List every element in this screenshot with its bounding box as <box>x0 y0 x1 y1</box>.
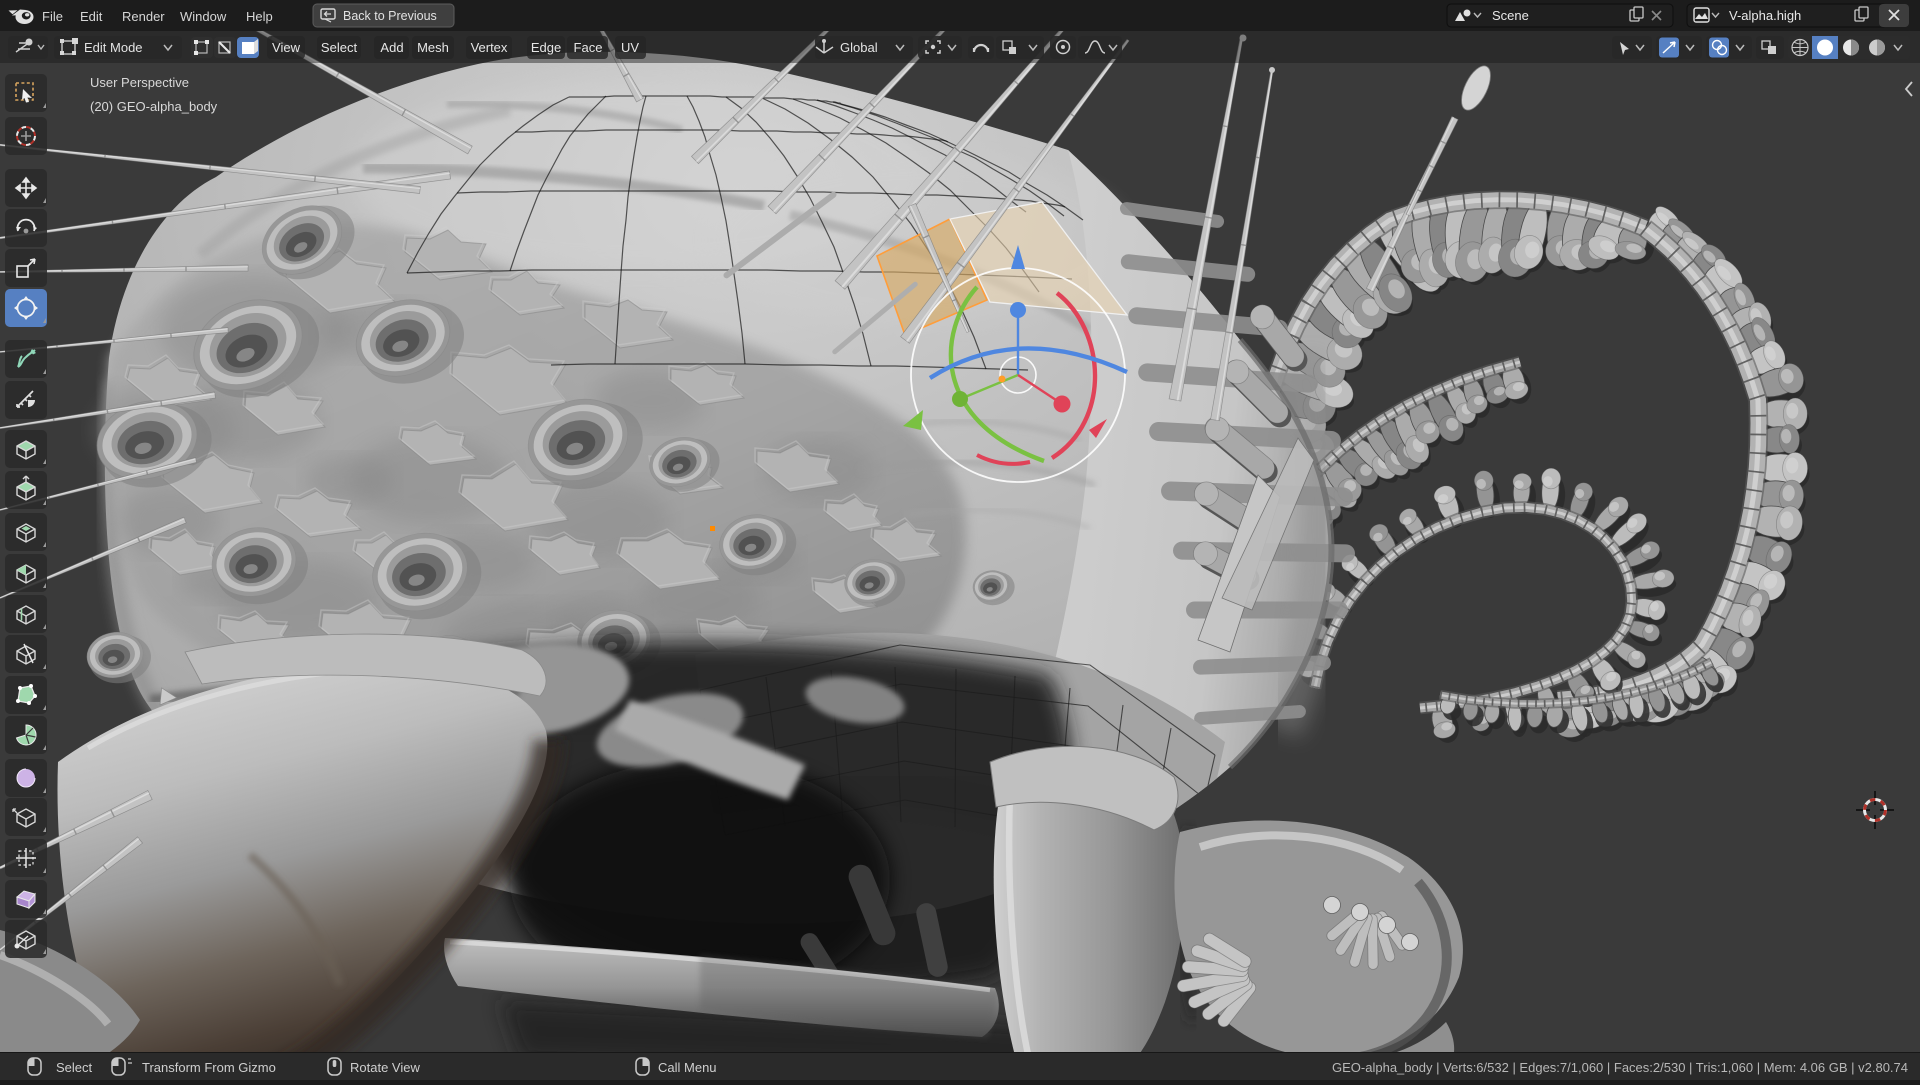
svg-text:User Perspective: User Perspective <box>90 75 189 90</box>
svg-text:Window: Window <box>180 9 227 24</box>
svg-text:View: View <box>272 40 301 55</box>
svg-text:Edge: Edge <box>531 40 561 55</box>
svg-text:Call Menu: Call Menu <box>658 1060 717 1075</box>
svg-text:Scene: Scene <box>1492 8 1529 23</box>
svg-text:Rotate View: Rotate View <box>350 1060 420 1075</box>
svg-text:Vertex: Vertex <box>471 40 508 55</box>
svg-text:Edit: Edit <box>80 9 103 24</box>
svg-text:V-alpha.high: V-alpha.high <box>1729 8 1801 23</box>
svg-text:Face: Face <box>574 40 603 55</box>
svg-text:Transform From Gizmo: Transform From Gizmo <box>142 1060 276 1075</box>
svg-text:Add: Add <box>380 40 403 55</box>
svg-text:Back to Previous: Back to Previous <box>343 9 437 23</box>
svg-text:File: File <box>42 9 63 24</box>
svg-text:UV: UV <box>621 40 639 55</box>
svg-text:(20) GEO-alpha_body: (20) GEO-alpha_body <box>90 99 218 114</box>
svg-text:Select: Select <box>56 1060 93 1075</box>
svg-text:Global: Global <box>840 40 878 55</box>
svg-text:Render: Render <box>122 9 165 24</box>
svg-text:GEO-alpha_body | Verts:6/532 |: GEO-alpha_body | Verts:6/532 | Edges:7/1… <box>1332 1060 1908 1075</box>
svg-text:Edit Mode: Edit Mode <box>84 40 143 55</box>
svg-text:Mesh: Mesh <box>417 40 449 55</box>
svg-text:Select: Select <box>321 40 358 55</box>
svg-text:Help: Help <box>246 9 273 24</box>
